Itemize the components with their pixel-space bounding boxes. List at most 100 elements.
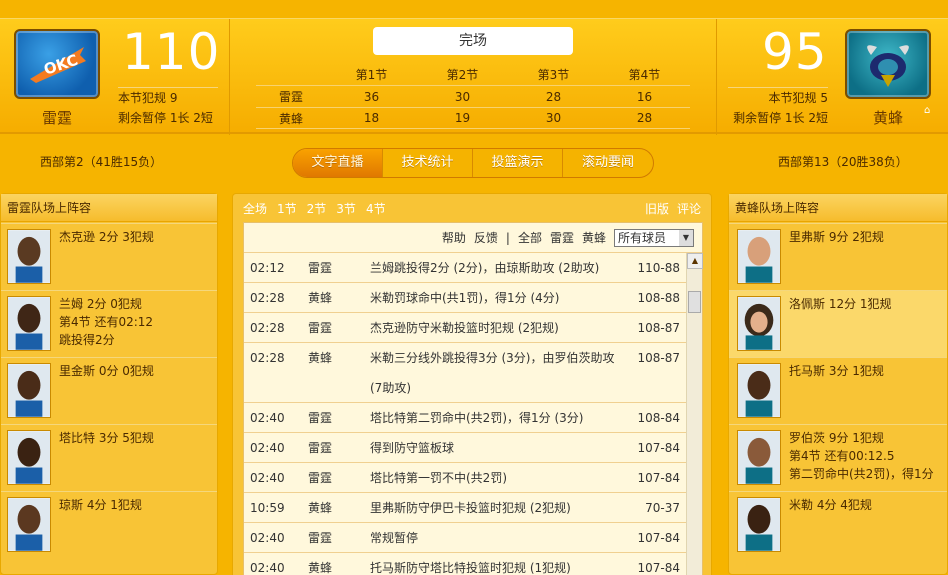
feed-score: 107-84 xyxy=(637,561,680,575)
feed-score: 108-87 xyxy=(637,351,680,365)
quarter-nav-1[interactable]: 1节 xyxy=(277,200,297,217)
player-avatar xyxy=(7,363,51,418)
okc-logo[interactable]: OKC xyxy=(14,29,100,99)
player-line1: 罗伯茨 9分 1犯规 xyxy=(789,431,884,445)
feed-row: 02:40 雷霆 塔比特第一罚不中(共2罚) 107-84 xyxy=(244,463,688,493)
player-line1: 米勒 4分 4犯规 xyxy=(789,498,872,512)
away-roster-title: 黄蜂队场上阵容 xyxy=(729,194,947,222)
feed-score: 110-88 xyxy=(637,261,680,275)
player-info: 米勒 4分 4犯规 xyxy=(789,496,872,514)
roster-player[interactable]: 杰克逊 2分 3犯规 xyxy=(1,223,217,290)
quarter-nav-all[interactable]: 全场 xyxy=(243,200,267,217)
home-icon[interactable]: ⌂ xyxy=(924,105,930,116)
feed-time: 02:40 xyxy=(250,471,285,485)
player-photo-icon xyxy=(8,297,50,350)
roster-player[interactable]: 洛佩斯 12分 1犯规 xyxy=(729,290,947,357)
player-info: 塔比特 3分 5犯规 xyxy=(59,429,154,447)
filter-home[interactable]: 雷霆 xyxy=(550,229,574,246)
feed-time: 02:40 xyxy=(250,561,285,575)
player-line1: 洛佩斯 12分 1犯规 xyxy=(789,297,892,311)
home-roster-title: 雷霆队场上阵容 xyxy=(1,194,217,222)
feed-event: 米勒罚球命中(共1罚)，得1分 (4分) xyxy=(370,291,560,305)
quarter-nav-3[interactable]: 3节 xyxy=(336,200,356,217)
feed-team: 雷霆 xyxy=(308,411,333,425)
feed-team: 雷霆 xyxy=(308,531,333,545)
feed-event: 兰姆跳投得2分 (2分)，由琼斯助攻 (2助攻) xyxy=(370,261,600,275)
feed-time: 10:59 xyxy=(250,501,285,515)
hornets-logo[interactable] xyxy=(845,29,931,99)
player-info: 罗伯茨 9分 1犯规 第4节 还有00:12.5 第二罚命中(共2罚)，得1分 xyxy=(789,429,934,483)
feed-row: 02:28 黄蜂 米勒罚球命中(共1罚)，得1分 (4分) 108-88 xyxy=(244,283,688,313)
player-line2: 第4节 还有00:12.5 xyxy=(789,449,895,463)
tab-news[interactable]: 滚动要闻 xyxy=(563,149,653,177)
roster-player[interactable]: 塔比特 3分 5犯规 xyxy=(1,424,217,491)
roster-player[interactable]: 琼斯 4分 1犯规 xyxy=(1,491,217,558)
roster-player[interactable]: 罗伯茨 9分 1犯规 第4节 还有00:12.5 第二罚命中(共2罚)，得1分 xyxy=(729,424,947,491)
player-line1: 里弗斯 9分 2犯规 xyxy=(789,230,884,244)
player-line1: 里金斯 0分 0犯规 xyxy=(59,364,154,378)
quarter-score: 36 xyxy=(363,89,380,104)
feed-scrollbar[interactable]: ▲ xyxy=(686,253,703,575)
player-info: 兰姆 2分 0犯规 第4节 还有02:12 跳投得2分 xyxy=(59,295,153,349)
play-by-play-panel: 全场 1节 2节 3节 4节 旧版 评论 帮助 反馈 | 全部 雷霆 黄蜂 所有… xyxy=(232,193,712,575)
player-photo-icon xyxy=(8,230,50,283)
feed-team: 黄蜂 xyxy=(308,501,333,515)
player-photo-icon xyxy=(738,230,780,283)
tab-shot-chart[interactable]: 投篮演示 xyxy=(473,149,563,177)
feed-event: 杰克逊防守米勒投篮时犯规 (2犯规) xyxy=(370,321,559,335)
player-avatar xyxy=(7,430,51,485)
player-photo-icon xyxy=(738,498,780,551)
roster-player[interactable]: 兰姆 2分 0犯规 第4节 还有02:12 跳投得2分 xyxy=(1,290,217,357)
home-standing: 西部第2（41胜15负） xyxy=(40,155,163,169)
player-avatar xyxy=(7,497,51,552)
player-photo-icon xyxy=(738,431,780,484)
roster-player[interactable]: 里金斯 0分 0犯规 xyxy=(1,357,217,424)
tab-stats[interactable]: 技术统计 xyxy=(383,149,473,177)
player-photo-icon xyxy=(738,364,780,417)
player-avatar xyxy=(7,296,51,351)
feed-event: 里弗斯防守伊巴卡投篮时犯规 (2犯规) xyxy=(370,501,571,515)
player-select[interactable]: 所有球员 ▼ xyxy=(614,228,694,247)
away-team-name[interactable]: 黄蜂 xyxy=(845,107,931,128)
quarter-nav-2[interactable]: 2节 xyxy=(307,200,327,217)
player-line1: 托马斯 3分 1犯规 xyxy=(789,364,884,378)
away-timeouts: 剩余暂停 1长 2短 xyxy=(733,111,828,125)
filter-all[interactable]: 全部 xyxy=(518,229,542,246)
player-avatar xyxy=(737,497,781,552)
feed-row: 02:40 雷霆 塔比特第二罚命中(共2罚)，得1分 (3分) 108-84 xyxy=(244,403,688,433)
scroll-thumb[interactable] xyxy=(688,291,701,313)
top-links: 旧版 评论 xyxy=(645,200,701,217)
feed-event: 米勒三分线外跳投得3分 (3分)，由罗伯茨助攻 (7助攻) xyxy=(370,351,615,395)
old-version-link[interactable]: 旧版 xyxy=(645,200,669,217)
filter-away[interactable]: 黄蜂 xyxy=(582,229,606,246)
quarter-nav-4[interactable]: 4节 xyxy=(366,200,386,217)
comments-link[interactable]: 评论 xyxy=(677,200,701,217)
player-avatar xyxy=(7,229,51,284)
roster-player[interactable]: 米勒 4分 4犯规 xyxy=(729,491,947,558)
feed-event: 得到防守篮板球 xyxy=(370,441,455,455)
help-link[interactable]: 帮助 xyxy=(442,229,466,246)
feed-time: 02:28 xyxy=(250,321,285,335)
home-team-name[interactable]: 雷霆 xyxy=(14,107,100,128)
tab-live-text[interactable]: 文字直播 xyxy=(293,149,383,177)
feed-time: 02:28 xyxy=(250,351,285,365)
player-info: 里金斯 0分 0犯规 xyxy=(59,362,154,380)
roster-player[interactable]: 里弗斯 9分 2犯规 xyxy=(729,223,947,290)
feed-row: 02:40 雷霆 常规暂停 107-84 xyxy=(244,523,688,553)
player-info: 洛佩斯 12分 1犯规 xyxy=(789,295,892,313)
feed-time: 02:12 xyxy=(250,261,285,275)
quarter-score: 28 xyxy=(636,111,653,125)
feed-row: 02:12 雷霆 兰姆跳投得2分 (2分)，由琼斯助攻 (2助攻) 110-88 xyxy=(244,253,688,283)
player-avatar xyxy=(737,229,781,284)
away-fouls: 本节犯规 5 xyxy=(768,91,828,105)
player-line1: 杰克逊 2分 3犯规 xyxy=(59,230,154,244)
scroll-up-icon[interactable]: ▲ xyxy=(687,253,703,269)
chevron-down-icon: ▼ xyxy=(679,229,693,246)
feedback-link[interactable]: 反馈 xyxy=(474,229,498,246)
player-line3: 跳投得2分 xyxy=(59,333,115,347)
player-line1: 塔比特 3分 5犯规 xyxy=(59,431,154,445)
player-info: 杰克逊 2分 3犯规 xyxy=(59,228,154,246)
home-score: 110 xyxy=(122,23,221,81)
roster-player[interactable]: 托马斯 3分 1犯规 xyxy=(729,357,947,424)
home-roster-panel: 雷霆队场上阵容 杰克逊 2分 3犯规 兰姆 2分 0犯规 第4节 还有02:12… xyxy=(0,193,218,575)
